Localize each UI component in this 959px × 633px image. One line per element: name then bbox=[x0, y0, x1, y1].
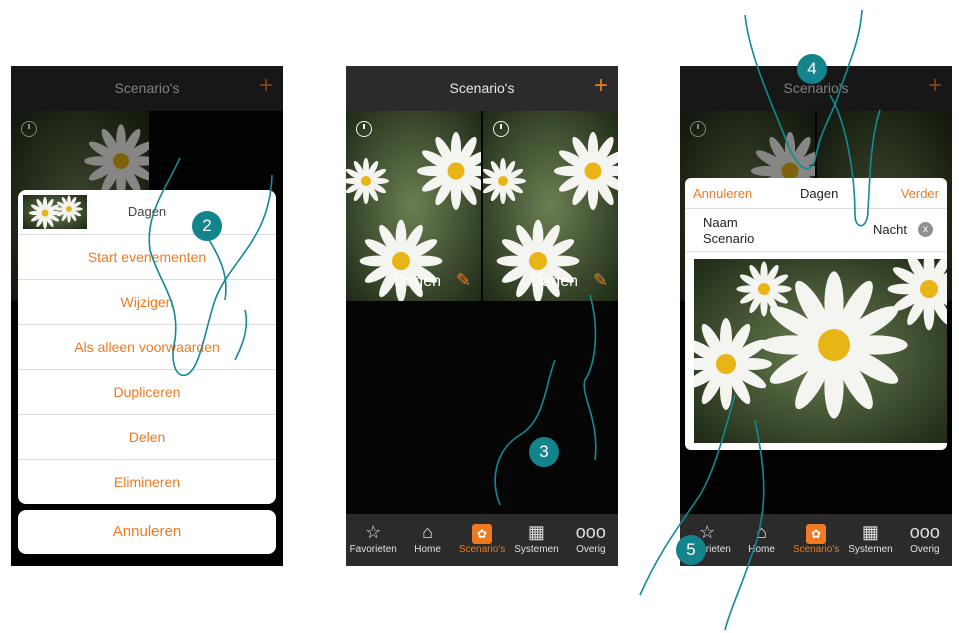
step-badge: 4 bbox=[797, 54, 827, 84]
step-badge: 2 bbox=[192, 211, 222, 241]
step-badge: 5 bbox=[676, 535, 706, 565]
step-badge: 3 bbox=[529, 437, 559, 467]
gesture-overlay bbox=[148, 9, 881, 631]
